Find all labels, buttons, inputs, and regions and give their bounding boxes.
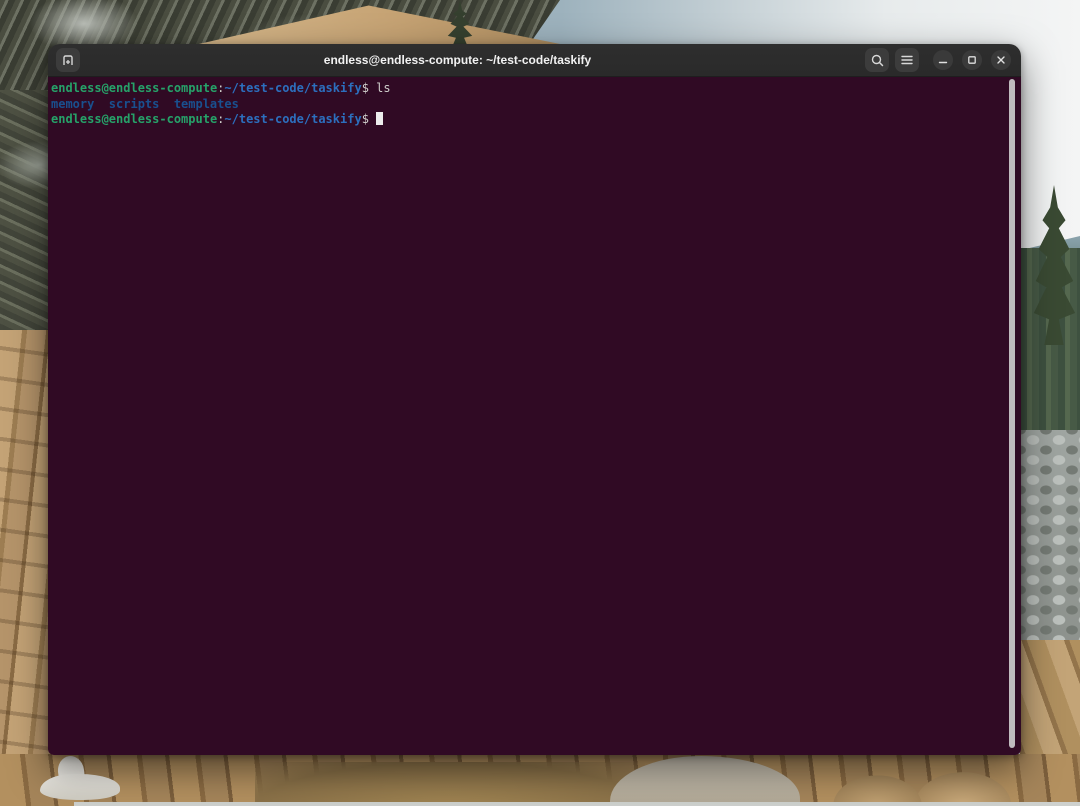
close-icon <box>996 55 1006 65</box>
minimize-button[interactable] <box>933 50 953 70</box>
directory-entry: memory <box>51 97 94 111</box>
new-tab-icon <box>60 52 76 68</box>
text-cursor <box>376 112 383 125</box>
prompt-symbol: $ <box>362 112 369 126</box>
prompt-path: ~/test-code/taskify <box>224 81 361 95</box>
wallpaper-dirt-ground <box>255 762 645 806</box>
wallpaper-tan-stones <box>830 766 1020 806</box>
minimize-icon <box>938 55 948 65</box>
search-button[interactable] <box>865 48 889 72</box>
prompt-symbol: $ <box>362 81 369 95</box>
prompt-path: ~/test-code/taskify <box>224 112 361 126</box>
terminal-window: endless@endless-compute: ~/test-code/tas… <box>48 44 1021 755</box>
maximize-button[interactable] <box>962 50 982 70</box>
prompt-user: endless@endless-compute <box>51 81 217 95</box>
wallpaper-light-strip <box>74 802 1080 806</box>
hamburger-icon <box>900 54 914 66</box>
menu-button[interactable] <box>895 48 919 72</box>
titlebar[interactable]: endless@endless-compute: ~/test-code/tas… <box>48 44 1021 77</box>
wallpaper-rocky-slope <box>1020 430 1080 645</box>
prompt-user: endless@endless-compute <box>51 112 217 126</box>
terminal-line-prompt-1: endless@endless-compute:~/test-code/task… <box>51 81 1007 97</box>
terminal-line-output: memory scripts templates <box>51 97 1007 113</box>
terminal-content[interactable]: endless@endless-compute:~/test-code/task… <box>48 77 1021 755</box>
directory-entry: scripts <box>109 97 160 111</box>
window-title: endless@endless-compute: ~/test-code/tas… <box>80 53 865 67</box>
wallpaper-white-object <box>40 756 122 802</box>
search-icon <box>870 53 885 68</box>
maximize-icon <box>967 55 977 65</box>
terminal-scrollbar[interactable] <box>1009 79 1015 748</box>
new-tab-button[interactable] <box>56 48 80 72</box>
typed-command: ls <box>376 81 390 95</box>
directory-entry: templates <box>174 97 239 111</box>
close-button[interactable] <box>991 50 1011 70</box>
terminal-line-prompt-2: endless@endless-compute:~/test-code/task… <box>51 112 1007 128</box>
window-controls <box>865 48 1011 72</box>
